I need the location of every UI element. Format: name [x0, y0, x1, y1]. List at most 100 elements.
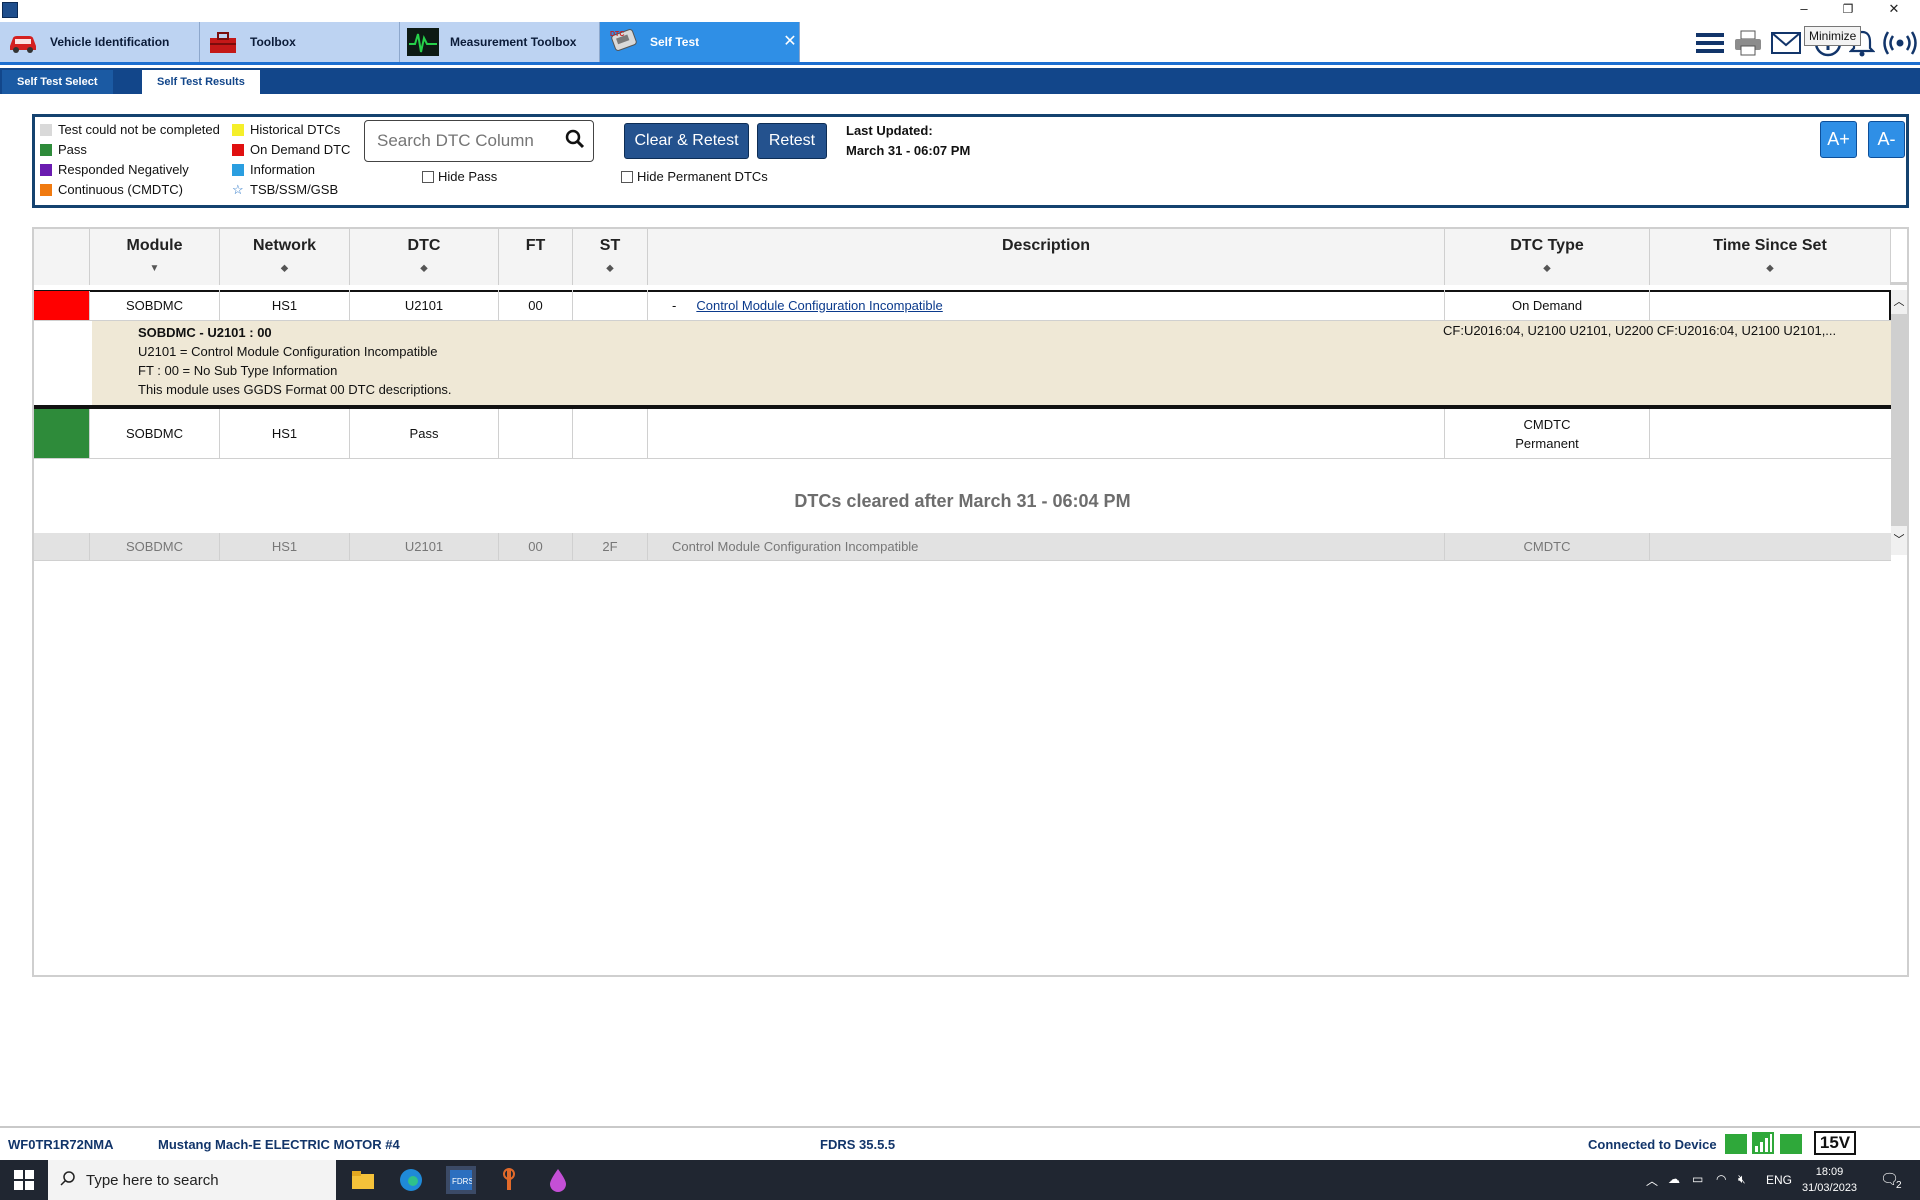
sub-tab-bar: [0, 68, 1920, 94]
cell-module: SOBDMC: [90, 533, 220, 560]
battery-icon: [1780, 1134, 1802, 1154]
header-dtc-type[interactable]: DTC Type ⬥: [1445, 229, 1650, 285]
voltage-readout: 15V: [1814, 1131, 1856, 1155]
table-header: Module ▼ Network ⬥ DTC ⬥ FT ST ⬥ Description…: [34, 229, 1907, 285]
legend-swatch: [40, 124, 52, 136]
vin-label: WF0TR1R72NMA: [8, 1137, 114, 1152]
fdrs-app-icon[interactable]: FDRS: [446, 1166, 476, 1194]
mail-icon[interactable]: [1770, 28, 1802, 58]
search-input[interactable]: [377, 131, 565, 151]
status-indicator: [34, 409, 90, 458]
font-increase-button[interactable]: A+: [1820, 121, 1857, 158]
toolbox-icon: [206, 27, 240, 57]
detail-line: FT : 00 = No Sub Type Information: [138, 363, 338, 378]
cell-st: [573, 409, 648, 458]
legend-item: Information: [232, 160, 360, 180]
printer-icon[interactable]: [1732, 28, 1764, 58]
dtc-scanner-icon: DTC: [606, 27, 640, 57]
tab-vehicle-identification[interactable]: Vehicle Identification: [0, 22, 200, 62]
close-button[interactable]: ✕: [1874, 0, 1914, 20]
table-row[interactable]: SOBDMC HS1 Pass CMDTC Permanent: [34, 409, 1891, 459]
cell-ft: 00: [499, 290, 573, 320]
table-row[interactable]: SOBDMC HS1 U2101 00 - Control Module Con…: [34, 290, 1891, 321]
status-indicator: [34, 533, 90, 560]
taskbar-search[interactable]: Type here to search: [48, 1160, 336, 1200]
header-module[interactable]: Module ▼: [90, 229, 220, 285]
dtc-detail-panel: SOBDMC - U2101 : 00 U2101 = Control Modu…: [92, 321, 1891, 407]
search-box: [364, 120, 594, 162]
cell-network: HS1: [220, 533, 350, 560]
tab-self-test-results[interactable]: Self Test Results: [142, 70, 260, 94]
scrollbar-thumb[interactable]: [1891, 314, 1907, 526]
tab-measurement-toolbox[interactable]: Measurement Toolbox: [400, 22, 600, 62]
clock[interactable]: 18:09 31/03/2023: [1802, 1164, 1857, 1196]
tab-self-test[interactable]: DTC Self Test: [600, 22, 800, 62]
last-updated: Last Updated: March 31 - 06:07 PM: [846, 123, 971, 158]
close-tab-icon[interactable]: ✕: [780, 22, 800, 62]
cloud-icon[interactable]: ☁: [1668, 1172, 1680, 1186]
language-indicator[interactable]: ENG: [1766, 1173, 1792, 1187]
cell-time-since-set: [1650, 409, 1891, 458]
vehicle-label: Mustang Mach-E ELECTRIC MOTOR #4: [158, 1137, 400, 1152]
hide-permanent-checkbox[interactable]: Hide Permanent DTCs: [621, 169, 768, 184]
scroll-up-icon[interactable]: ︿: [1891, 293, 1907, 309]
restore-button[interactable]: ❐: [1828, 0, 1868, 20]
header-status: [34, 229, 90, 285]
speaker-muted-icon[interactable]: 🔇︎: [1738, 1172, 1746, 1187]
legend-item: Responded Negatively: [40, 160, 230, 180]
menu-icon[interactable]: [1694, 28, 1726, 58]
description-link[interactable]: Control Module Configuration Incompatibl…: [696, 298, 942, 313]
font-decrease-button[interactable]: A-: [1868, 121, 1905, 158]
cell-description: - Control Module Configuration Incompati…: [648, 290, 1445, 320]
tab-toolbox[interactable]: Toolbox: [200, 22, 400, 62]
header-st[interactable]: ST ⬥: [573, 229, 648, 285]
battery-tray-icon[interactable]: ▭: [1692, 1172, 1703, 1186]
cell-dtc-type: On Demand: [1445, 290, 1650, 320]
tray-chevron-icon[interactable]: ︿: [1646, 1172, 1658, 1189]
cell-ft: 00: [499, 533, 573, 560]
scroll-down-icon[interactable]: ﹀: [1891, 531, 1907, 547]
connection-label: Connected to Device: [1588, 1137, 1717, 1152]
header-ft[interactable]: FT: [499, 229, 573, 285]
legend-item: Historical DTCs: [232, 120, 360, 140]
edge-browser-icon[interactable]: [396, 1166, 426, 1194]
search-icon[interactable]: [565, 129, 585, 154]
legend-item: Pass: [40, 140, 230, 160]
tab-self-test-select[interactable]: Self Test Select: [2, 70, 113, 94]
checkbox-box[interactable]: [621, 170, 633, 183]
checkbox-box[interactable]: [422, 170, 434, 183]
legend-swatch: [40, 164, 52, 176]
tab-label: Vehicle Identification: [50, 35, 170, 49]
svg-text:FDRS: FDRS: [452, 1177, 472, 1186]
clear-retest-button[interactable]: Clear & Retest: [624, 123, 749, 159]
tab-underline: [0, 62, 1920, 65]
header-network[interactable]: Network ⬥: [220, 229, 350, 285]
collapse-toggle[interactable]: -: [672, 298, 676, 313]
file-explorer-icon[interactable]: [348, 1166, 378, 1194]
wireless-icon[interactable]: [1882, 28, 1918, 58]
table-row[interactable]: SOBDMC HS1 U2101 00 2F Control Module Co…: [34, 533, 1891, 561]
cell-dtc: U2101: [350, 533, 499, 560]
minimize-button[interactable]: –: [1784, 0, 1824, 20]
header-description[interactable]: Description: [648, 229, 1445, 285]
cell-st: 2F: [573, 533, 648, 560]
device-connected-icon: [1725, 1134, 1747, 1154]
header-time-since-set[interactable]: Time Since Set ⬥: [1650, 229, 1891, 285]
dtcs-cleared-separator: DTCs cleared after March 31 - 06:04 PM: [34, 459, 1891, 543]
wifi-icon[interactable]: ◠: [1716, 1172, 1726, 1186]
cell-dtc: U2101: [350, 290, 499, 320]
retest-button[interactable]: Retest: [757, 123, 827, 159]
tab-label: Measurement Toolbox: [450, 35, 577, 49]
cell-dtc: Pass: [350, 409, 499, 458]
tool-app-icon[interactable]: [494, 1166, 524, 1194]
cell-module: SOBDMC: [90, 290, 220, 320]
hide-pass-checkbox[interactable]: Hide Pass: [422, 169, 497, 184]
search-icon: [60, 1170, 76, 1190]
windows-start-icon[interactable]: [14, 1170, 34, 1190]
droplet-app-icon[interactable]: [543, 1166, 573, 1194]
header-dtc[interactable]: DTC ⬥: [350, 229, 499, 285]
notification-count: 2: [1896, 1180, 1902, 1191]
status-bar: WF0TR1R72NMA Mustang Mach-E ELECTRIC MOT…: [0, 1126, 1920, 1160]
legend-column-1: Test could not be completed Pass Respond…: [40, 120, 230, 200]
cell-network: HS1: [220, 409, 350, 458]
